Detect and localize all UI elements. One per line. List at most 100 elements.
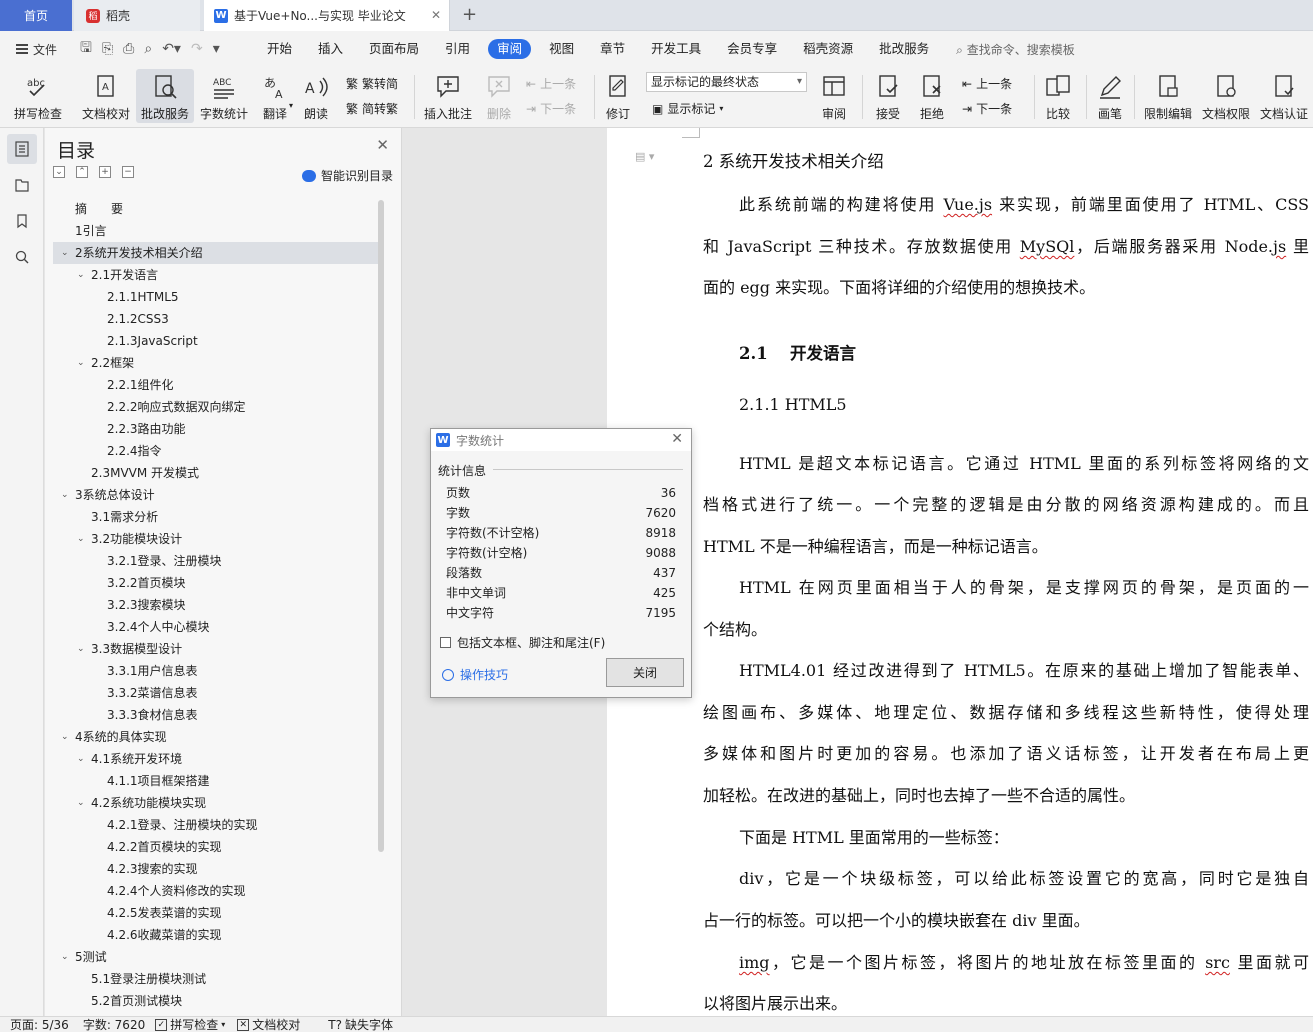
checkbox-box[interactable] <box>440 637 451 648</box>
toc-item[interactable]: 4.2.1登录、注册模块的实现 <box>53 814 378 836</box>
toc-item[interactable]: ⌄ 4.2系统功能模块实现 <box>53 792 378 814</box>
toc-item[interactable]: ⌄ 4.1系统开发环境 <box>53 748 378 770</box>
toc-item[interactable]: 3.2.4个人中心模块 <box>53 616 378 638</box>
toc-item[interactable]: 4.1.1项目框架搭建 <box>53 770 378 792</box>
prev-change-button[interactable]: ⇤ 上一条 <box>962 75 1012 92</box>
chevron-down-icon[interactable]: ⌄ <box>77 748 85 770</box>
tab-home[interactable]: 首页 <box>0 0 72 31</box>
track-changes-button[interactable]: 修订 <box>598 69 638 123</box>
doc-certify-button[interactable]: 文档认证 <box>1256 69 1312 123</box>
close-tab-icon[interactable]: ✕ <box>431 8 441 22</box>
close-icon[interactable]: ✕ <box>671 431 683 447</box>
chevron-down-icon[interactable]: ⌄ <box>61 946 69 968</box>
bookmark-icon[interactable] <box>7 206 37 236</box>
toc-item[interactable]: 3.3.2菜谱信息表 <box>53 682 378 704</box>
toc-item[interactable]: ⌄ 3系统总体设计 <box>53 484 378 506</box>
menu-tab[interactable]: 视图 <box>536 39 587 59</box>
word-count-button[interactable]: ABC 字数统计 <box>196 69 252 123</box>
prev-comment-button[interactable]: ⇤ 上一条 <box>526 75 576 92</box>
restrict-editing-button[interactable]: 限制编辑 <box>1140 69 1196 123</box>
menu-tab[interactable]: 插入 <box>305 39 356 59</box>
toc-item[interactable]: 2.2.4指令 <box>53 440 378 462</box>
export-pdf-icon[interactable]: ⎘ <box>102 41 113 57</box>
file-menu[interactable]: 文件 <box>0 41 74 58</box>
chevron-down-icon[interactable]: ⌄ <box>77 792 85 814</box>
toc-item[interactable]: 摘 要 <box>53 198 378 220</box>
toc-item[interactable]: ⌄ 4系统的具体实现 <box>53 726 378 748</box>
dialog-titlebar[interactable]: W 字数统计 ✕ <box>431 429 691 451</box>
menu-tab[interactable]: 页面布局 <box>356 39 432 59</box>
read-aloud-button[interactable]: A 朗读 <box>299 69 333 123</box>
expand-up-icon[interactable]: ⌃ <box>76 166 88 178</box>
toc-item[interactable]: 2.2.2响应式数据双向绑定 <box>53 396 378 418</box>
toc-item[interactable]: 3.1需求分析 <box>53 506 378 528</box>
page-indicator[interactable]: 页面: 5/36 <box>10 1016 69 1032</box>
pen-button[interactable]: 画笔 <box>1092 69 1128 123</box>
search-icon[interactable] <box>7 242 37 272</box>
remove-heading-icon[interactable]: − <box>122 166 134 178</box>
toc-item[interactable]: 1引言 <box>53 220 378 242</box>
toc-item[interactable]: 2.2.3路由功能 <box>53 418 378 440</box>
undo-icon[interactable]: ↶▾ <box>162 41 181 57</box>
toc-scrollbar[interactable] <box>378 200 384 852</box>
menu-tab[interactable]: 审阅 <box>488 39 532 59</box>
tab-daoke[interactable]: 稻 稻壳 <box>74 0 200 31</box>
missing-font-status[interactable]: T? 缺失字体 <box>328 1016 393 1032</box>
spell-check-button[interactable]: abc 拼写检查 <box>6 69 70 123</box>
add-heading-icon[interactable]: + <box>99 166 111 178</box>
collapse-all-icon[interactable]: ⌄ <box>53 166 65 178</box>
doc-permission-button[interactable]: 文档权限 <box>1198 69 1254 123</box>
close-icon[interactable]: ✕ <box>376 136 389 154</box>
print-icon[interactable]: ⎙ <box>123 41 134 57</box>
chevron-down-icon[interactable]: ⌄ <box>77 638 85 660</box>
toc-item[interactable]: 2.2.1组件化 <box>53 374 378 396</box>
toc-item[interactable]: ⌄ 2.2框架 <box>53 352 378 374</box>
toc-item[interactable]: 4.2.5发表菜谱的实现 <box>53 902 378 924</box>
toc-item[interactable]: ⌄ 2系统开发技术相关介绍 <box>53 242 378 264</box>
toc-item[interactable]: 2.1.3JavaScript <box>53 330 378 352</box>
toc-item[interactable]: 4.2.6收藏菜谱的实现 <box>53 924 378 946</box>
delete-comment-button[interactable]: 删除 <box>478 69 520 123</box>
translate-button[interactable]: あA 翻译 ▾ <box>255 69 295 123</box>
toc-item[interactable]: 4.2.2首页模块的实现 <box>53 836 378 858</box>
document-page[interactable]: ▤ ▾ 2 系统开发技术相关介绍 此系统前端的构建将使用 Vue.js 来实现，… <box>607 128 1313 1016</box>
more-dropdown-icon[interactable]: ▾ <box>213 41 220 57</box>
include-textbox-checkbox[interactable]: 包括文本框、脚注和尾注(F) <box>440 634 605 651</box>
proof-status[interactable]: ✕ 文档校对 <box>237 1016 300 1032</box>
accept-change-button[interactable]: 接受 <box>868 69 908 123</box>
next-change-button[interactable]: ⇥ 下一条 <box>962 100 1012 117</box>
next-comment-button[interactable]: ⇥ 下一条 <box>526 100 576 117</box>
toc-item[interactable]: 2.1.2CSS3 <box>53 308 378 330</box>
redo-icon[interactable]: ↷ <box>191 41 203 57</box>
toc-item[interactable]: 5.2首页测试模块 <box>53 990 378 1012</box>
toc-item[interactable]: 4.2.3搜索的实现 <box>53 858 378 880</box>
toc-item[interactable]: ⌄ 2.1开发语言 <box>53 264 378 286</box>
menu-tab[interactable]: 章节 <box>587 39 638 59</box>
toc-item[interactable]: 2.1.1HTML5 <box>53 286 378 308</box>
insert-comment-button[interactable]: 插入批注 <box>420 69 476 123</box>
proofread-button[interactable]: A 文档校对 <box>77 69 135 123</box>
markup-display-select[interactable]: 显示标记的最终状态 <box>646 72 807 92</box>
new-tab-icon[interactable]: + <box>462 4 477 25</box>
tips-link[interactable]: 操作技巧 <box>442 666 508 683</box>
menu-tab[interactable]: 开始 <box>254 39 305 59</box>
toc-item[interactable]: 5.1登录注册模块测试 <box>53 968 378 990</box>
print-preview-icon[interactable]: ⌕ <box>144 41 152 57</box>
page-options-icon[interactable]: ▤ ▾ <box>635 150 654 163</box>
chevron-down-icon[interactable]: ⌄ <box>77 352 85 374</box>
toc-item[interactable]: 3.2.1登录、注册模块 <box>53 550 378 572</box>
show-markup-button[interactable]: ▣ 显示标记 ▾ <box>652 100 723 117</box>
command-search[interactable]: ⌕ 查找命令、搜索模板 <box>956 41 1075 58</box>
toc-item[interactable]: 3.3.1用户信息表 <box>53 660 378 682</box>
menu-tab[interactable]: 批改服务 <box>866 39 942 59</box>
menu-tab[interactable]: 稻壳资源 <box>790 39 866 59</box>
chevron-down-icon[interactable]: ⌄ <box>77 264 85 286</box>
spell-check-status[interactable]: ✓ 拼写检查 ▾ <box>155 1016 225 1032</box>
chevron-down-icon[interactable]: ⌄ <box>61 726 69 748</box>
toc-item[interactable]: ⌄ 5测试 <box>53 946 378 968</box>
toc-item[interactable]: ⌄ 3.3数据模型设计 <box>53 638 378 660</box>
toc-item[interactable]: 3.2.3搜索模块 <box>53 594 378 616</box>
reject-change-button[interactable]: 拒绝 <box>912 69 952 123</box>
toc-item[interactable]: 2.3MVVM 开发模式 <box>53 462 378 484</box>
menu-tab[interactable]: 会员专享 <box>714 39 790 59</box>
